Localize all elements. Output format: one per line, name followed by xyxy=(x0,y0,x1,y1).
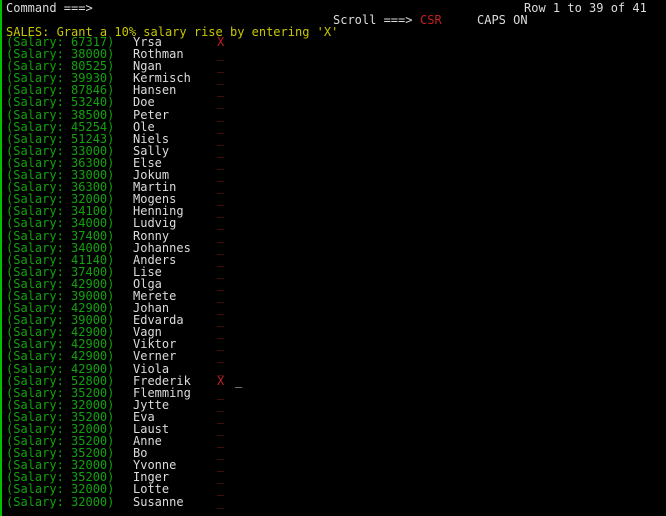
salary-value: (Salary: 37400) xyxy=(6,228,115,243)
employee-name: Doe xyxy=(133,95,155,110)
employee-name: Viola xyxy=(133,361,170,376)
employee-name: Ludvig xyxy=(133,216,177,231)
employee-name: Flemming xyxy=(133,385,191,400)
employee-name: Anders xyxy=(133,252,177,267)
screen-left-border xyxy=(0,0,2,516)
salary-value: (Salary: 34000) xyxy=(6,216,115,231)
employee-name: Susanne xyxy=(133,494,184,509)
employee-name: Johannes xyxy=(133,240,191,255)
salary-value: (Salary: 41140) xyxy=(6,252,115,267)
raise-flag-input[interactable]: _ xyxy=(217,108,224,120)
employee-name: Peter xyxy=(133,107,170,122)
command-prompt-label: Command ===> xyxy=(6,1,93,15)
salary-value: (Salary: 42900) xyxy=(6,361,115,376)
terminal-screen: Command ===> Row 1 to 39 of 41 Scroll ==… xyxy=(0,0,666,516)
salary-value: (Salary: 52800) xyxy=(6,373,115,388)
salary-value: (Salary: 32000) xyxy=(6,494,115,509)
scroll-mode-value[interactable]: CSR xyxy=(420,14,442,26)
raise-flag-input[interactable]: _ xyxy=(217,254,224,266)
text-cursor: _ xyxy=(235,373,243,388)
salary-value: (Salary: 38500) xyxy=(6,107,115,122)
raise-flag-input[interactable]: _ xyxy=(217,121,224,133)
raise-flag-input[interactable]: _ xyxy=(217,229,224,241)
scroll-prompt-label: Scroll ===> xyxy=(333,13,413,27)
raise-flag-input[interactable]: _ xyxy=(217,96,224,108)
raise-flag-input[interactable]: _ xyxy=(217,387,224,399)
raise-flag-input[interactable]: _ xyxy=(217,241,224,253)
raise-flag-input[interactable]: _ xyxy=(217,483,224,495)
employee-name: Lotte xyxy=(133,482,170,497)
raise-flag-input[interactable]: _ xyxy=(217,362,224,374)
raise-flag-input[interactable]: _ xyxy=(217,217,224,229)
salary-value: (Salary: 32000) xyxy=(6,482,115,497)
salary-value: (Salary: 45254) xyxy=(6,119,115,134)
employee-name: Ronny xyxy=(133,228,170,243)
salary-value: (Salary: 42900) xyxy=(6,349,115,364)
raise-flag-marked[interactable]: X xyxy=(217,375,224,387)
command-input[interactable] xyxy=(98,1,318,14)
raise-flag-input[interactable]: _ xyxy=(217,495,224,507)
salary-value: (Salary: 34000) xyxy=(6,240,115,255)
employee-name: Verner xyxy=(133,349,177,364)
employee-name: Frederik xyxy=(133,373,191,388)
raise-flag-input[interactable]: _ xyxy=(217,350,224,362)
employee-name: Ole xyxy=(133,119,155,134)
salary-value: (Salary: 53240) xyxy=(6,95,115,110)
salary-value: (Salary: 35200) xyxy=(6,385,115,400)
caps-lock-indicator: CAPS ON xyxy=(477,13,528,27)
row-range-indicator: Row 1 to 39 of 41 xyxy=(524,1,647,15)
